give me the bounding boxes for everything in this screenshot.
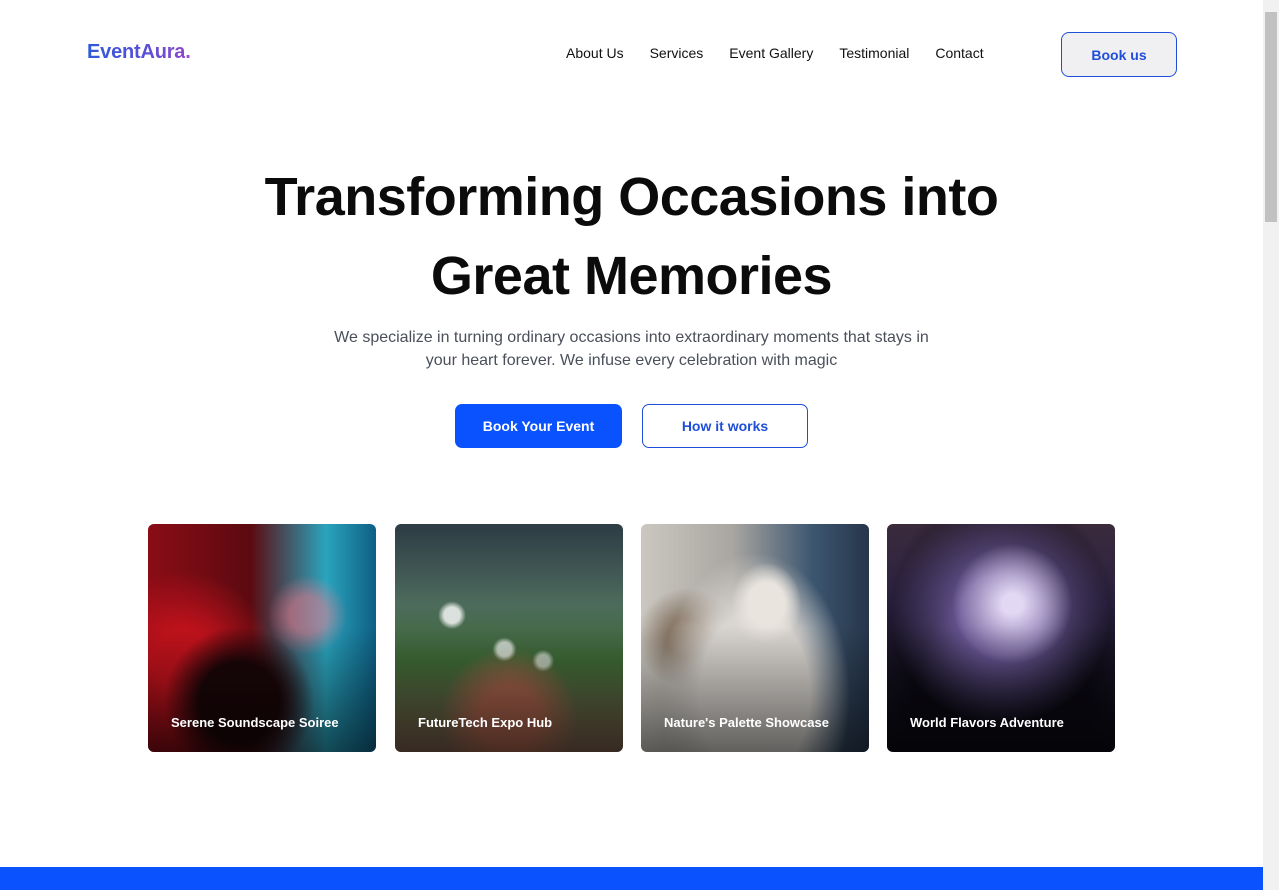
- event-card[interactable]: World Flavors Adventure: [887, 524, 1115, 752]
- book-your-event-button[interactable]: Book Your Event: [455, 404, 622, 448]
- page-scrollbar[interactable]: [1263, 0, 1279, 890]
- page: EventAura. About Us Services Event Galle…: [0, 0, 1263, 890]
- event-card[interactable]: FutureTech Expo Hub: [395, 524, 623, 752]
- hero-title-line2: Great Memories: [430, 246, 833, 306]
- hero-title: Transforming Occasions into Great Memori…: [0, 158, 1263, 316]
- hero-subtitle: We specialize in turning ordinary occasi…: [300, 326, 963, 372]
- book-us-button[interactable]: Book us: [1061, 32, 1177, 77]
- event-card-title: Nature's Palette Showcase: [664, 715, 829, 730]
- scrollbar-thumb[interactable]: [1265, 12, 1277, 222]
- main-nav: About Us Services Event Gallery Testimon…: [566, 45, 984, 61]
- nav-testimonial[interactable]: Testimonial: [839, 45, 909, 61]
- event-card-title: Serene Soundscape Soiree: [171, 715, 339, 730]
- event-card-title: FutureTech Expo Hub: [418, 715, 553, 730]
- hero-subtitle-line1: We specialize in turning ordinary occasi…: [334, 329, 929, 346]
- nav-services[interactable]: Services: [650, 45, 704, 61]
- how-it-works-button[interactable]: How it works: [642, 404, 808, 448]
- footer-section-band: [0, 867, 1263, 890]
- nav-about-us[interactable]: About Us: [566, 45, 624, 61]
- hero-title-line1: Transforming Occasions into: [264, 167, 999, 227]
- event-card[interactable]: Nature's Palette Showcase: [641, 524, 869, 752]
- nav-contact[interactable]: Contact: [935, 45, 983, 61]
- logo-name: EventAura: [87, 41, 186, 63]
- event-card-title: World Flavors Adventure: [910, 715, 1064, 730]
- logo[interactable]: EventAura.: [87, 41, 191, 64]
- event-card[interactable]: Serene Soundscape Soiree: [148, 524, 376, 752]
- nav-event-gallery[interactable]: Event Gallery: [729, 45, 813, 61]
- hero-subtitle-line2: your heart forever. We infuse every cele…: [425, 352, 838, 369]
- logo-dot: .: [185, 41, 191, 63]
